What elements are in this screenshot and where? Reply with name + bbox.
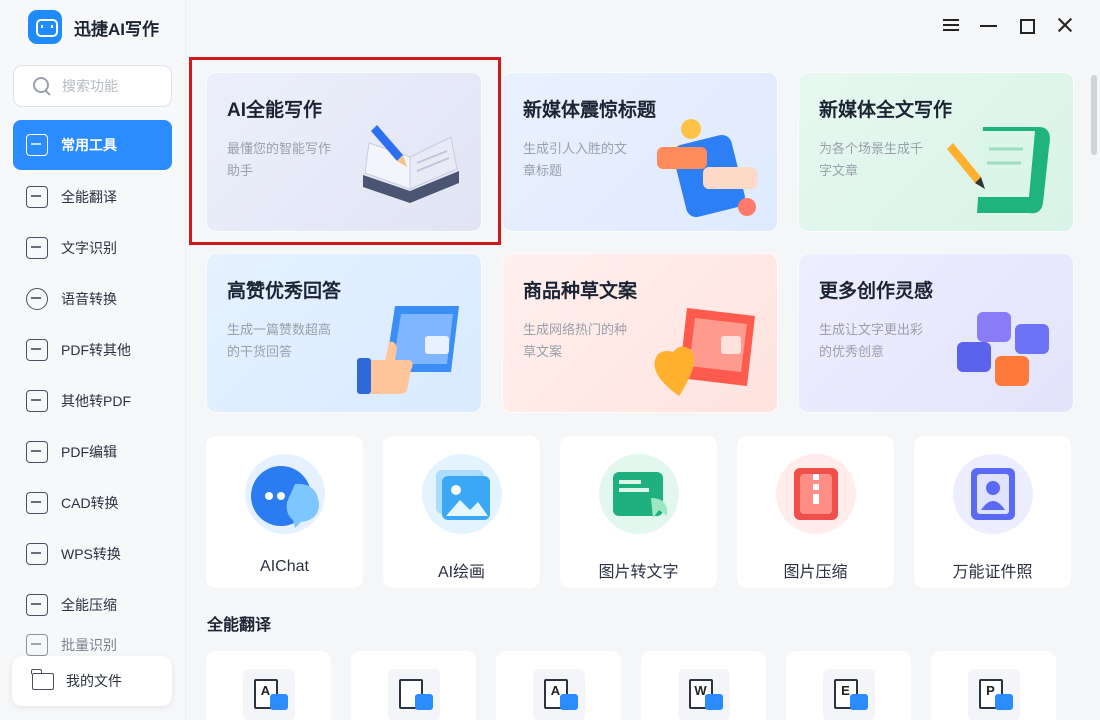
card-desc: 生成网络热门的种草文案: [523, 322, 628, 359]
search-box[interactable]: [13, 65, 172, 107]
translate-icon: [26, 185, 48, 208]
tool-image-to-text[interactable]: 图片转文字: [560, 436, 717, 588]
image-to-text-icon: [598, 454, 679, 534]
text-scan-icon: [26, 236, 48, 259]
pdf-translate-icon: A: [532, 669, 585, 720]
tool-label: AI绘画: [437, 564, 486, 581]
heart-bag-icon: [654, 308, 755, 396]
sidebar-item-ocr[interactable]: 文字识别: [13, 222, 172, 273]
feature-cards: AI全能写作 最懂您的智能写作助手 新媒体震惊标题 生成引人入胜的文章标题 新媒…: [206, 72, 1074, 413]
translate-card-excel[interactable]: E: [786, 651, 911, 720]
picture-icon: [421, 454, 502, 534]
chat-bubble-icon: [244, 454, 325, 534]
card-desc: 为各个场景生成千字文章: [819, 141, 924, 178]
sidebar: 迅捷AI写作 常用工具 全能翻译 文字识别 语音转换 PDF转其他 其他转PDF: [0, 0, 186, 720]
sidebar-item-compress[interactable]: 全能压缩: [13, 579, 172, 630]
blocks-icon: [957, 312, 1049, 386]
wps-icon: [26, 542, 48, 565]
pdf-edit-icon: [26, 440, 48, 463]
sidebar-item-voice[interactable]: 语音转换: [13, 273, 172, 324]
id-photo-icon: [952, 454, 1033, 534]
translate-card-ppt[interactable]: P: [931, 651, 1056, 720]
sidebar-item-common-tools[interactable]: 常用工具: [13, 120, 172, 170]
sidebar-item-label: CAD转换: [61, 494, 119, 511]
sidebar-item-label: 常用工具: [61, 137, 117, 153]
zip-icon: [775, 454, 856, 534]
sidebar-item-label: WPS转换: [61, 545, 121, 562]
voice-wave-icon: [26, 287, 48, 310]
translate-card-image[interactable]: [351, 651, 476, 720]
translate-card-doc[interactable]: A: [206, 651, 331, 720]
tool-tiles: AIChat AI绘画 图片转文字 图片压缩 万能证件照: [206, 436, 1074, 588]
sidebar-item-label: 语音转换: [61, 290, 117, 307]
card-desc: 生成让文字更出彩的优秀创意: [819, 322, 924, 359]
card-top-answer[interactable]: 高赞优秀回答 生成一篇赞数超高的干货回答: [206, 253, 482, 413]
compress-icon: [26, 593, 48, 616]
sidebar-item-wps[interactable]: WPS转换: [13, 528, 172, 579]
search-icon: [32, 76, 52, 96]
doc-translate-icon: A: [242, 669, 295, 720]
card-desc: 最懂您的智能写作助手: [227, 141, 332, 178]
folder-icon: [31, 668, 54, 690]
sidebar-item-label: 其他转PDF: [61, 392, 131, 409]
card-desc: 生成一篇赞数超高的干货回答: [227, 322, 332, 359]
sidebar-item-label: 文字识别: [61, 239, 117, 256]
tool-label: AIChat: [260, 558, 309, 575]
app-name: 迅捷AI写作: [74, 19, 159, 39]
sidebar-item-label: PDF转其他: [61, 341, 131, 358]
sidebar-item-label: 全能压缩: [61, 596, 117, 613]
tool-ai-drawing[interactable]: AI绘画: [383, 436, 540, 588]
image-translate-icon: [387, 669, 440, 720]
sidebar-item-translate[interactable]: 全能翻译: [13, 171, 172, 222]
sidebar-item-pdf-edit[interactable]: PDF编辑: [13, 426, 172, 477]
translate-card-pdf[interactable]: A: [496, 651, 621, 720]
window-controls: [942, 14, 1074, 36]
scrollbar[interactable]: [1091, 75, 1097, 155]
minimize-icon[interactable]: [980, 14, 998, 36]
app-logo-icon: [28, 10, 62, 44]
word-translate-icon: W: [677, 669, 730, 720]
excel-translate-icon: E: [822, 669, 875, 720]
sidebar-item-label: 批量识别: [61, 637, 117, 653]
search-input[interactable]: [62, 78, 162, 94]
menu-icon[interactable]: [942, 14, 960, 36]
tool-id-photo[interactable]: 万能证件照: [914, 436, 1071, 588]
to-pdf-icon: [26, 389, 48, 412]
book-pen-icon: [363, 125, 459, 203]
ppt-translate-icon: P: [967, 669, 1020, 720]
phone-chat-icon: [657, 119, 757, 217]
sidebar-item-label: 全能翻译: [61, 188, 117, 205]
brand: 迅捷AI写作: [28, 10, 159, 44]
card-desc: 生成引人入胜的文章标题: [523, 141, 628, 178]
card-headline[interactable]: 新媒体震惊标题 生成引人入胜的文章标题: [502, 72, 778, 232]
pdf-convert-icon: [26, 338, 48, 361]
translate-card-word[interactable]: W: [641, 651, 766, 720]
batch-scan-icon: [26, 634, 48, 656]
sidebar-item-label: PDF编辑: [61, 443, 117, 460]
sidebar-item-pdf-to-other[interactable]: PDF转其他: [13, 324, 172, 375]
tool-label: 图片转文字: [598, 564, 679, 581]
section-title-translate: 全能翻译: [207, 617, 272, 634]
close-icon[interactable]: [1056, 14, 1074, 36]
tool-label: 图片压缩: [783, 564, 848, 581]
tool-label: 万能证件照: [952, 564, 1033, 581]
maximize-icon[interactable]: [1018, 14, 1036, 36]
sidebar-item-other-to-pdf[interactable]: 其他转PDF: [13, 375, 172, 426]
my-files-button[interactable]: 我的文件: [12, 656, 172, 706]
card-ai-writing[interactable]: AI全能写作 最懂您的智能写作助手: [206, 72, 482, 232]
my-files-label: 我的文件: [66, 673, 122, 689]
translate-cards: A A W E P: [206, 651, 1056, 720]
cad-icon: [26, 491, 48, 514]
tool-image-compress[interactable]: 图片压缩: [737, 436, 894, 588]
card-product-copy[interactable]: 商品种草文案 生成网络热门的种草文案: [502, 253, 778, 413]
thumbs-up-icon: [357, 306, 459, 394]
sidebar-nav: 常用工具 全能翻译 文字识别 语音转换 PDF转其他 其他转PDF PDF编辑: [13, 120, 172, 660]
scroll-pencil-icon: [947, 127, 1050, 214]
card-more-ideas[interactable]: 更多创作灵感 生成让文字更出彩的优秀创意: [798, 253, 1074, 413]
tool-aichat[interactable]: AIChat: [206, 436, 363, 588]
sidebar-item-cad[interactable]: CAD转换: [13, 477, 172, 528]
card-full-article[interactable]: 新媒体全文写作 为各个场景生成千字文章: [798, 72, 1074, 232]
toolbox-icon: [26, 134, 48, 156]
